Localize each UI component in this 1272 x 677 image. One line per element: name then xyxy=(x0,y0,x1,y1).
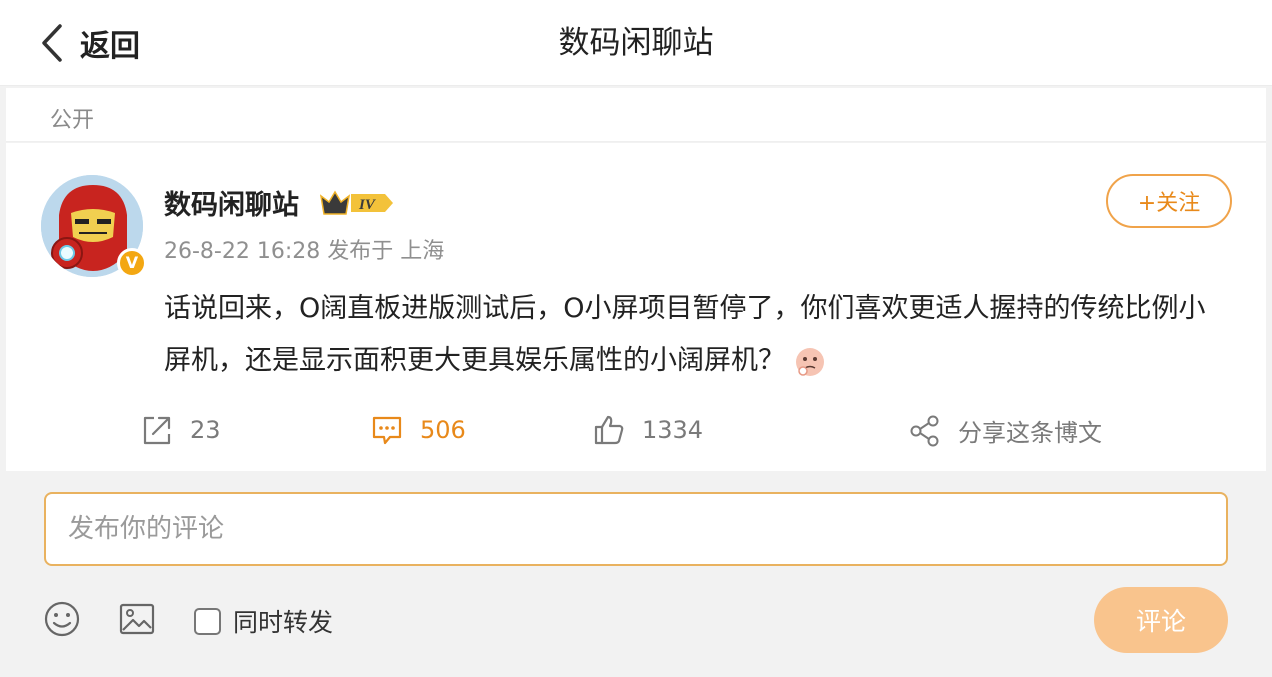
submit-comment-button[interactable]: 评论 xyxy=(1094,587,1228,653)
image-icon[interactable] xyxy=(118,600,156,638)
verified-badge-icon: V xyxy=(117,248,147,278)
visibility-label: 公开 xyxy=(50,108,95,133)
repost-button[interactable]: 23 xyxy=(140,413,221,447)
post-meta: 26-8-22 16:28 发布于 上海 xyxy=(164,239,445,264)
crown-badge-icon: IV xyxy=(319,190,393,215)
like-icon xyxy=(594,415,624,445)
comment-button[interactable]: 506 xyxy=(370,413,466,447)
post-actions: 23 506 1334 分享这条博文 xyxy=(6,407,1266,457)
share-icon xyxy=(910,415,939,446)
post-card: V 数码闲聊站 IV 26-8-22 16:28 发布于 上海 +关注 话说回来… xyxy=(6,143,1266,471)
like-count: 1334 xyxy=(642,416,704,444)
repost-checkbox-label: 同时转发 xyxy=(233,608,334,637)
repost-checkbox[interactable]: 同时转发 xyxy=(194,603,333,639)
checkbox-box[interactable] xyxy=(194,607,221,635)
author-name[interactable]: 数码闲聊站 xyxy=(164,183,299,222)
visibility-bar: 公开 xyxy=(6,88,1266,142)
share-label: 分享这条博文 xyxy=(958,419,1102,447)
comment-icon xyxy=(372,416,402,445)
share-button[interactable]: 分享这条博文 xyxy=(908,413,1102,448)
post-text: 话说回来，O阔直板进版测试后，O小屏项目暂停了，你们喜欢更适人握持的传统比例小屏… xyxy=(164,283,1224,387)
page-title: 数码闲聊站 xyxy=(558,25,714,61)
comment-input[interactable] xyxy=(44,492,1228,566)
top-bar: 返回 数码闲聊站 xyxy=(0,0,1272,86)
level-badge-text: IV xyxy=(358,197,377,213)
comment-count: 506 xyxy=(420,416,466,444)
emoji-icon[interactable] xyxy=(43,600,81,638)
repost-count: 23 xyxy=(190,416,221,444)
follow-button[interactable]: +关注 xyxy=(1106,174,1232,228)
post-text-content: 话说回来，O阔直板进版测试后，O小屏项目暂停了，你们喜欢更适人握持的传统比例小屏… xyxy=(164,293,1206,376)
thinking-emoji-icon xyxy=(796,347,824,376)
like-button[interactable]: 1334 xyxy=(592,413,703,447)
repost-icon xyxy=(143,416,171,445)
